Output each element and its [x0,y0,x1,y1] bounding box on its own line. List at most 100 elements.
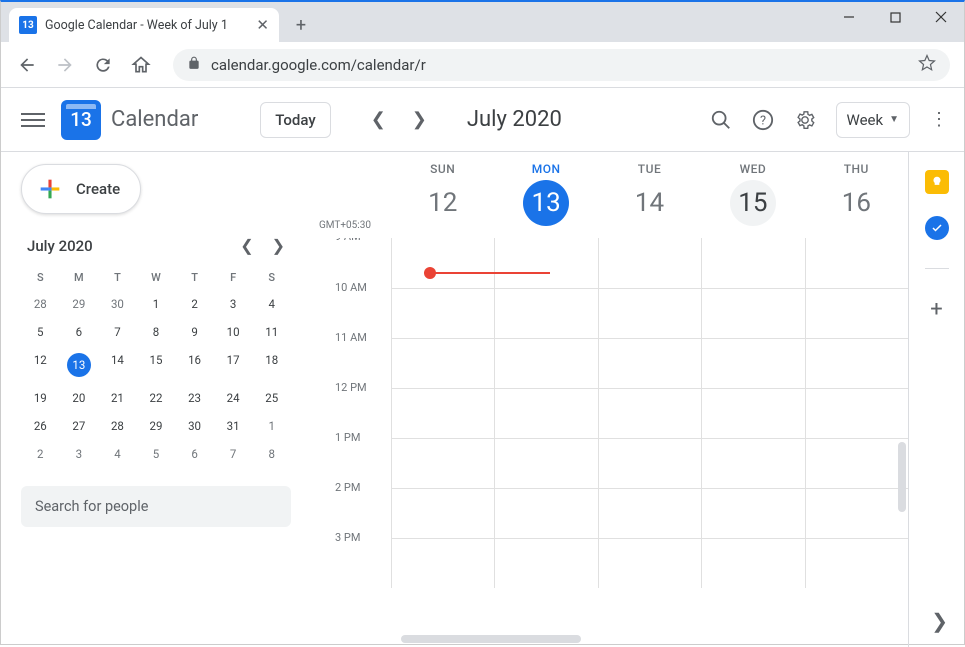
mini-cal-dow: F [214,265,253,290]
hour-row[interactable]: 12 PM [391,388,908,438]
mini-cal-day[interactable]: 2 [21,440,60,468]
mini-cal-day[interactable]: 12 [21,346,60,384]
prev-period-button[interactable]: ❮ [367,105,390,134]
mini-cal-day[interactable]: 30 [98,290,137,318]
search-people-input[interactable]: Search for people [21,486,291,527]
mini-cal-day[interactable]: 6 [60,318,99,346]
mini-cal-day[interactable]: 29 [60,290,99,318]
mini-cal-day[interactable]: 1 [252,412,291,440]
mini-cal-day[interactable]: 30 [175,412,214,440]
mini-cal-day[interactable]: 3 [214,290,253,318]
google-apps-button[interactable]: ⋮ [930,109,948,130]
mini-cal-dow: T [98,265,137,290]
bookmark-star-icon[interactable] [918,54,936,76]
mini-cal-day[interactable]: 24 [214,384,253,412]
day-header[interactable]: TUE14 [598,152,701,242]
hour-row[interactable]: 1 PM [391,438,908,488]
mini-cal-day[interactable]: 3 [60,440,99,468]
day-of-week-label: MON [494,162,597,176]
mini-cal-day[interactable]: 7 [214,440,253,468]
main-menu-button[interactable] [21,113,45,127]
add-addon-button[interactable]: + [930,297,942,322]
app-logo[interactable]: 13 Calendar [61,100,198,140]
calendar-logo-icon: 13 [61,100,101,140]
google-plus-icon [36,175,64,203]
browser-titlebar: 13 Google Calendar - Week of July 1 ✕ + [1,2,964,42]
mini-cal-day[interactable]: 5 [21,318,60,346]
header-month-year: July 2020 [467,107,562,132]
hour-row[interactable]: 10 AM [391,288,908,338]
url-text: calendar.google.com/calendar/r [211,56,908,74]
mini-cal-day[interactable]: 19 [21,384,60,412]
mini-cal-day[interactable]: 17 [214,346,253,384]
day-header[interactable]: THU16 [805,152,908,242]
today-button[interactable]: Today [260,102,330,138]
mini-cal-day[interactable]: 4 [98,440,137,468]
hour-row[interactable]: 2 PM [391,488,908,538]
day-header[interactable]: MON 13 [494,152,597,242]
new-tab-button[interactable]: + [287,11,315,39]
vertical-scrollbar[interactable] [898,442,906,512]
day-number: 15 [730,180,776,226]
keep-icon[interactable] [925,170,949,194]
day-header[interactable]: SUN12 [391,152,494,242]
mini-cal-day[interactable]: 1 [137,290,176,318]
browser-tab[interactable]: 13 Google Calendar - Week of July 1 ✕ [9,8,279,42]
mini-cal-day[interactable]: 31 [214,412,253,440]
mini-cal-day[interactable]: 9 [175,318,214,346]
mini-cal-day[interactable]: 15 [137,346,176,384]
create-button[interactable]: Create [21,164,141,214]
view-switcher[interactable]: Week ▼ [836,102,911,138]
hour-label: 12 PM [335,381,367,394]
side-panel-toggle[interactable]: ❯ [931,609,948,633]
window-close-button[interactable] [918,2,964,32]
mini-cal-day[interactable]: 13 [60,346,99,384]
window-minimize-button[interactable] [826,2,872,32]
mini-cal-day[interactable]: 5 [137,440,176,468]
day-of-week-label: THU [805,162,908,176]
mini-cal-day[interactable]: 11 [252,318,291,346]
mini-cal-day[interactable]: 8 [137,318,176,346]
hour-row[interactable]: 3 PM [391,538,908,588]
mini-cal-day[interactable]: 18 [252,346,291,384]
forward-button[interactable] [53,53,77,77]
address-input[interactable]: calendar.google.com/calendar/r [173,49,950,81]
mini-cal-day[interactable]: 2 [175,290,214,318]
mini-cal-day[interactable]: 21 [98,384,137,412]
mini-cal-day[interactable]: 16 [175,346,214,384]
reload-button[interactable] [91,53,115,77]
mini-cal-day[interactable]: 20 [60,384,99,412]
mini-cal-day[interactable]: 10 [214,318,253,346]
settings-button[interactable] [794,109,816,131]
mini-cal-day[interactable]: 25 [252,384,291,412]
mini-cal-day[interactable]: 22 [137,384,176,412]
search-button[interactable] [710,109,732,131]
mini-cal-day[interactable]: 27 [60,412,99,440]
day-header[interactable]: WED15 [701,152,804,242]
mini-cal-day[interactable]: 29 [137,412,176,440]
hour-row[interactable]: 11 AM [391,338,908,388]
hour-label: 11 AM [335,331,367,344]
mini-cal-day[interactable]: 7 [98,318,137,346]
back-button[interactable] [15,53,39,77]
day-number: 13 [523,180,569,226]
mini-cal-day[interactable]: 8 [252,440,291,468]
window-maximize-button[interactable] [872,2,918,32]
hour-row[interactable]: 9 AM [391,238,908,288]
mini-cal-day[interactable]: 26 [21,412,60,440]
mini-cal-day[interactable]: 28 [98,412,137,440]
home-button[interactable] [129,53,153,77]
mini-cal-day[interactable]: 28 [21,290,60,318]
mini-cal-next[interactable]: ❯ [272,236,285,255]
mini-cal-month: July 2020 [27,237,93,255]
horizontal-scrollbar[interactable] [401,635,581,643]
mini-cal-day[interactable]: 6 [175,440,214,468]
mini-cal-day[interactable]: 14 [98,346,137,384]
next-period-button[interactable]: ❯ [408,105,431,134]
help-button[interactable]: ? [752,109,774,131]
mini-cal-day[interactable]: 23 [175,384,214,412]
mini-cal-day[interactable]: 4 [252,290,291,318]
mini-cal-prev[interactable]: ❮ [240,236,253,255]
tab-close-icon[interactable]: ✕ [256,16,269,34]
tasks-icon[interactable] [925,216,949,240]
